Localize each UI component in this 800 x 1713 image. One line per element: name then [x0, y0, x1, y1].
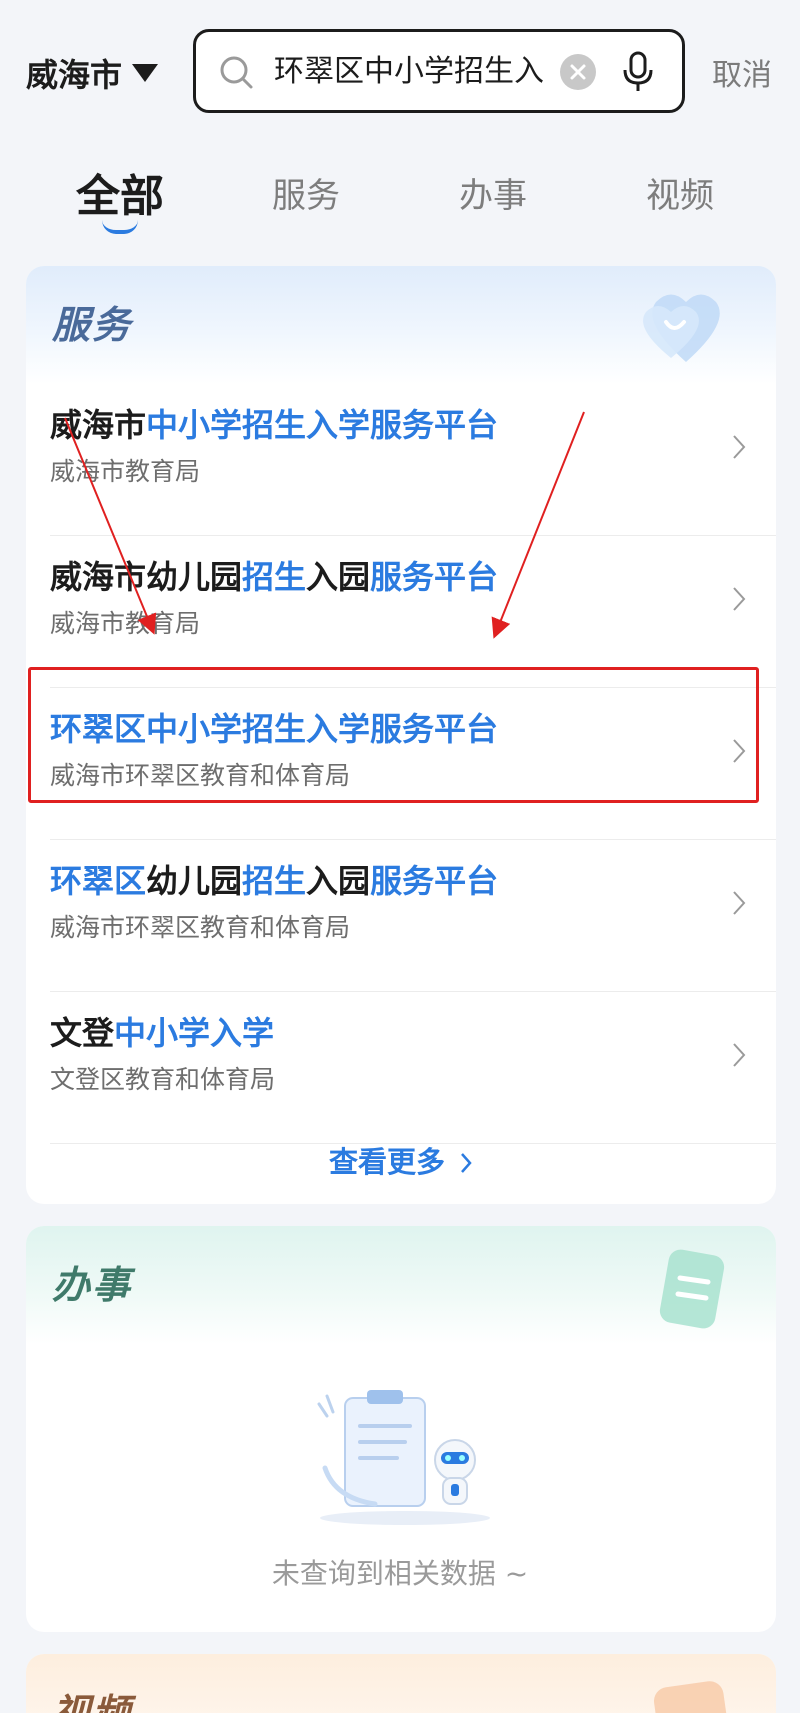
service-title-part: 中小学招生入学服务平台 [146, 406, 499, 444]
service-title-part: 中小学入学 [114, 1014, 275, 1052]
service-title-part: 服务平台 [370, 558, 499, 596]
tab-all[interactable]: 全部 [60, 160, 180, 224]
service-title-part: 威海市幼儿园 [50, 558, 243, 596]
service-row[interactable]: 文登中小学入学文登区教育和体育局 [50, 992, 776, 1144]
tab-services[interactable]: 服务 [246, 168, 366, 217]
heart-chat-icon [643, 294, 720, 362]
service-title-part: 环翠区 [50, 862, 147, 900]
service-title-part: 入园 [306, 862, 371, 900]
cancel-button[interactable]: 取消 [712, 50, 772, 94]
service-row-title: 环翠区幼儿园招生入园服务平台 [50, 856, 498, 902]
services-card-title: 服务 [52, 303, 133, 347]
highlight-box [28, 667, 759, 803]
service-title-part: 文登 [50, 1014, 115, 1052]
service-title-part: 服务平台 [370, 862, 499, 900]
search-input[interactable]: 环翠区中小学招生入 [274, 52, 556, 92]
top-bar: 威海市 环翠区中小学招生入 取消 [0, 0, 800, 140]
chevron-right-icon [733, 587, 746, 611]
search-box[interactable]: 环翠区中小学招生入 [193, 29, 685, 113]
chevron-right-icon [733, 435, 746, 459]
result-tabs: 全部 服务 办事 视频 [0, 150, 800, 240]
service-row-subtitle: 威海市教育局 [50, 609, 201, 638]
service-title-part: 入园 [306, 558, 371, 596]
tab-tasks[interactable]: 办事 [433, 168, 553, 217]
empty-state-text: 未查询到相关数据 ~ [271, 1557, 529, 1590]
videos-card: 视频 [26, 1654, 776, 1713]
caret-down-icon [132, 64, 159, 82]
clear-icon[interactable] [560, 54, 596, 90]
service-row-title: 威海市中小学招生入学服务平台 [50, 400, 498, 446]
service-title-part: 招生 [242, 862, 307, 900]
microphone-icon[interactable] [620, 50, 656, 94]
service-title-part: 威海市 [50, 406, 147, 444]
service-row-subtitle: 威海市环翠区教育和体育局 [50, 913, 351, 942]
chevron-right-icon [733, 1043, 746, 1067]
chevron-right-icon [733, 891, 746, 915]
search-icon [220, 56, 253, 89]
service-row-subtitle: 威海市教育局 [50, 457, 201, 486]
service-row[interactable]: 威海市中小学招生入学服务平台威海市教育局 [50, 384, 776, 536]
city-selector[interactable]: 威海市 [26, 50, 159, 96]
see-more-label: 查看更多 [328, 1145, 445, 1179]
chevron-right-icon [461, 1153, 472, 1173]
tab-active-indicator [102, 220, 138, 234]
tab-videos[interactable]: 视频 [620, 168, 740, 217]
service-row-title: 文登中小学入学 [50, 1008, 274, 1054]
city-label: 威海市 [26, 56, 123, 94]
service-row[interactable]: 环翠区幼儿园招生入园服务平台 威海市环翠区教育和体育局 [50, 840, 776, 992]
service-title-part: 招生 [242, 558, 307, 596]
tasks-card-header: 办事 [26, 1226, 776, 1344]
videos-card-header: 视频 [26, 1654, 776, 1713]
play-icon [653, 1681, 729, 1713]
videos-card-title: 视频 [52, 1691, 133, 1713]
service-row[interactable]: 威海市幼儿园招生入园服务平台威海市教育局 [50, 536, 776, 688]
tasks-card-title: 办事 [52, 1263, 133, 1307]
services-card-header: 服务 [26, 266, 776, 384]
document-icon [659, 1249, 725, 1329]
service-row-subtitle: 文登区教育和体育局 [50, 1065, 276, 1094]
see-more-button[interactable]: 查看更多 [26, 1139, 776, 1181]
service-row-title: 威海市幼儿园招生入园服务平台 [50, 552, 498, 598]
empty-state-illustration [317, 1390, 490, 1525]
service-title-part: 幼儿园 [146, 862, 243, 900]
